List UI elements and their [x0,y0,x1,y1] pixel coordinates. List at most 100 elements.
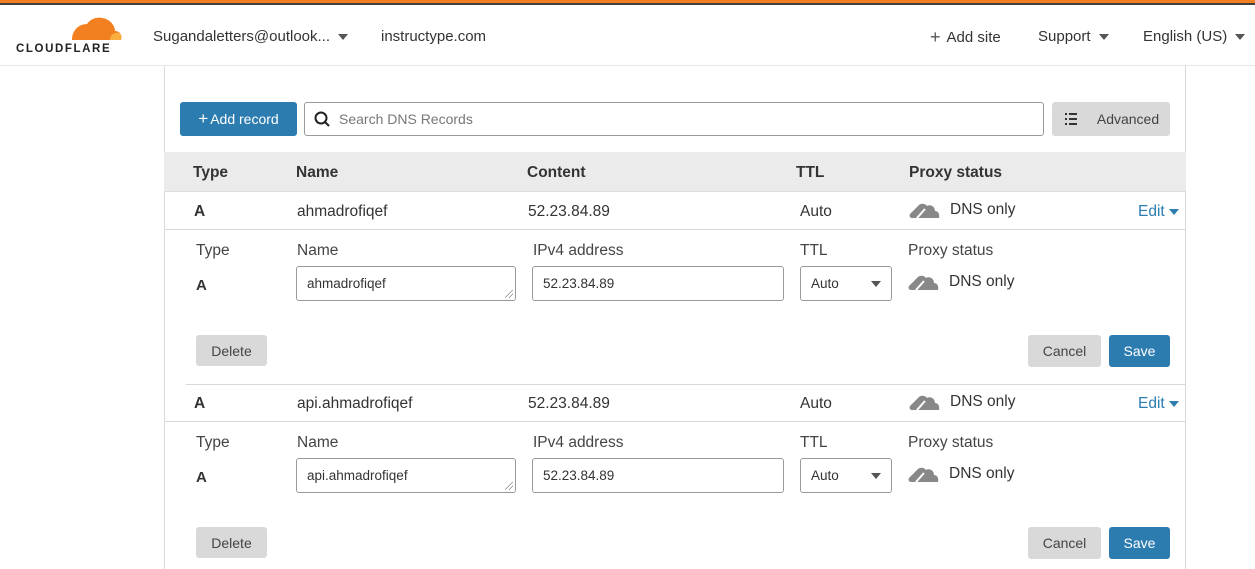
form-ttl-label: TTL [800,434,828,451]
cancel-label: Cancel [1042,535,1087,551]
divider [186,384,1186,385]
delete-button[interactable]: Delete [196,527,267,558]
save-label: Save [1123,343,1156,359]
search-input[interactable] [339,104,1043,134]
chevron-down-icon [871,472,881,479]
chevron-down-icon [338,33,349,40]
resize-handle-icon[interactable] [505,482,513,490]
ttl-select[interactable]: Auto [800,458,892,493]
advanced-label: Advanced [1096,111,1160,127]
list-filter-icon [1064,113,1077,125]
form-type-value: A [196,277,207,294]
grey-cloud-icon [908,467,939,483]
support-label: Support [1038,28,1091,45]
form-ipv4-label: IPv4 address [533,434,624,451]
cloudflare-logo[interactable]: CLOUDFLARE [16,15,122,57]
divider [164,229,1186,230]
column-header-name: Name [296,164,339,181]
form-proxy-toggle[interactable]: DNS only [908,272,1014,292]
name-field-value: ahmadrofiqef [307,276,386,291]
add-record-label: Add record [210,111,279,127]
add-record-button[interactable]: + Add record [180,102,297,136]
plus-icon: + [198,109,209,128]
edit-label: Edit [1138,203,1165,220]
form-ttl-label: TTL [800,242,828,259]
form-name-label: Name [297,242,339,259]
divider [164,421,1186,422]
ipv4-field-value: 52.23.84.89 [543,468,615,483]
proxy-status-text: DNS only [950,393,1016,410]
edit-dropdown-button[interactable]: Edit [1138,395,1179,413]
record-name: api.ahmadrofiqef [297,395,413,412]
name-field-value: api.ahmadrofiqef [307,468,408,483]
record-ttl: Auto [800,395,832,412]
form-proxy-label: Proxy status [908,242,994,259]
advanced-button[interactable]: Advanced [1052,102,1170,136]
support-dropdown[interactable]: Support [1038,28,1109,45]
plus-icon: + [930,27,941,47]
edit-label: Edit [1138,395,1165,412]
language-dropdown[interactable]: English (US) [1143,28,1246,45]
save-label: Save [1123,535,1156,551]
form-proxy-label: Proxy status [908,434,994,451]
ttl-select-value: Auto [811,468,839,483]
site-link[interactable]: instructype.com [381,28,486,45]
record-name: ahmadrofiqef [297,203,388,220]
delete-label: Delete [211,342,252,359]
ipv4-field[interactable]: 52.23.84.89 [532,266,784,301]
cancel-button[interactable]: Cancel [1028,335,1101,367]
cancel-button[interactable]: Cancel [1028,527,1101,559]
record-type: A [194,395,206,412]
search-icon [314,111,330,127]
logo-wordmark: CLOUDFLARE [16,43,112,55]
form-name-label: Name [297,434,339,451]
chevron-down-icon [1235,33,1246,40]
chevron-down-icon [871,280,881,287]
table-header: Type Name Content TTL Proxy status [164,152,1186,192]
edit-dropdown-button[interactable]: Edit [1138,203,1179,221]
name-field[interactable]: ahmadrofiqef [296,266,516,301]
ttl-select-value: Auto [811,276,839,291]
resize-handle-icon[interactable] [505,290,513,298]
add-site-button[interactable]: + Add site [930,28,1001,46]
top-header: CLOUDFLARE Sugandaletters@outlook... ins… [0,5,1255,66]
chevron-down-icon [1168,209,1179,215]
cancel-label: Cancel [1042,343,1087,359]
account-dropdown[interactable]: Sugandaletters@outlook... [153,28,349,45]
column-header-type: Type [193,164,229,181]
column-header-content: Content [527,164,586,181]
save-button[interactable]: Save [1109,335,1170,367]
delete-button[interactable]: Delete [196,335,267,366]
form-type-label: Type [196,242,230,259]
dns-records-panel [164,66,1186,569]
form-ipv4-label: IPv4 address [533,242,624,259]
form-proxy-value: DNS only [949,273,1015,290]
save-button[interactable]: Save [1109,527,1170,559]
record-content: 52.23.84.89 [528,203,610,220]
chevron-down-icon [1098,33,1109,40]
account-name: Sugandaletters@outlook... [153,28,331,45]
delete-label: Delete [211,534,252,551]
record-type: A [194,203,206,220]
ttl-select[interactable]: Auto [800,266,892,301]
ipv4-field[interactable]: 52.23.84.89 [532,458,784,493]
column-header-ttl: TTL [796,164,825,181]
chevron-down-icon [1168,401,1179,407]
form-type-value: A [196,469,207,486]
search-box[interactable] [304,102,1044,136]
cloud-logo-icon [72,17,122,40]
grey-cloud-icon [909,395,940,411]
form-proxy-toggle[interactable]: DNS only [908,464,1014,484]
name-field[interactable]: api.ahmadrofiqef [296,458,516,493]
site-name: instructype.com [381,28,487,45]
ipv4-field-value: 52.23.84.89 [543,276,615,291]
record-proxy-status: DNS only [909,200,1015,220]
record-content: 52.23.84.89 [528,395,610,412]
column-header-proxy-status: Proxy status [909,164,1003,181]
language-label: English (US) [1143,28,1228,45]
proxy-status-text: DNS only [950,201,1016,218]
grey-cloud-icon [909,203,940,219]
form-type-label: Type [196,434,230,451]
record-ttl: Auto [800,203,832,220]
record-proxy-status: DNS only [909,392,1015,412]
